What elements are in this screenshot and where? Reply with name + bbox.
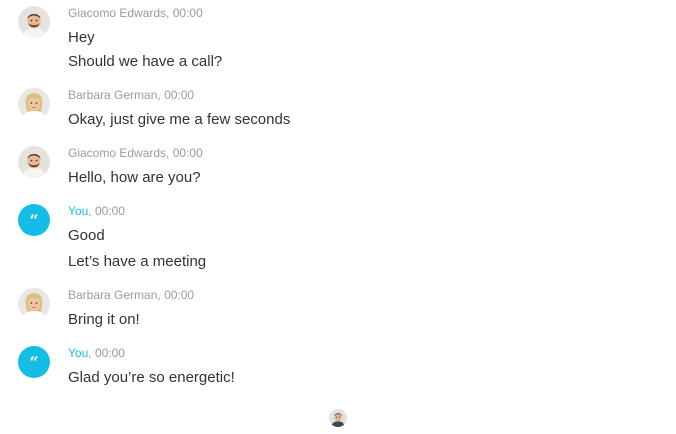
message-text: Hello, how are you?	[68, 169, 201, 186]
message-meta: Giacomo Edwards, 00:00	[68, 146, 203, 160]
meta-separator: ,	[88, 346, 92, 360]
sender-name: Giacomo Edwards	[68, 6, 167, 20]
message-time: 00:00	[94, 204, 125, 218]
sender-name: You	[68, 346, 89, 360]
barbara-avatar[interactable]	[18, 88, 50, 120]
message-text: Should we have a call?	[68, 53, 223, 70]
meta-separator: ,	[157, 288, 161, 302]
quote-icon: “	[18, 346, 50, 378]
sender-name: Giacomo Edwards	[68, 146, 167, 160]
message-meta: Giacomo Edwards, 00:00	[68, 6, 203, 20]
meta-separator: ,	[88, 204, 92, 218]
message-meta: You, 00:00	[68, 204, 125, 218]
message-meta: Barbara German, 00:00	[68, 88, 194, 102]
message-text: Glad you’re so energetic!	[68, 369, 235, 386]
giacomo-avatar[interactable]	[18, 146, 50, 178]
quote-icon: “	[18, 204, 50, 236]
giacomo-avatar[interactable]	[18, 6, 50, 38]
message-time: 00:00	[164, 288, 195, 302]
message-text: Good	[68, 227, 105, 244]
sender-name: You	[68, 204, 89, 218]
message-meta: Barbara German, 00:00	[68, 288, 194, 302]
message-time: 00:00	[94, 346, 125, 360]
meta-separator: ,	[166, 6, 170, 20]
message-time: 00:00	[172, 6, 203, 20]
message-text: Let’s have a meeting	[68, 253, 207, 270]
message-meta: You, 00:00	[68, 346, 125, 360]
sender-name: Barbara German	[68, 88, 158, 102]
meta-separator: ,	[166, 146, 170, 160]
you-avatar-glyph: “	[29, 211, 39, 230]
sender-name: Barbara German	[68, 288, 158, 302]
barbara-avatar[interactable]	[18, 288, 50, 320]
message-time: 00:00	[172, 146, 203, 160]
message-text: Hey	[68, 29, 95, 46]
typing-indicator-avatar	[329, 409, 347, 427]
message-text: Okay, just give me a few seconds	[68, 111, 291, 128]
you-avatar-glyph: “	[29, 353, 39, 372]
message-text: Bring it on!	[68, 311, 140, 328]
message-time: 00:00	[164, 88, 195, 102]
meta-separator: ,	[157, 88, 161, 102]
